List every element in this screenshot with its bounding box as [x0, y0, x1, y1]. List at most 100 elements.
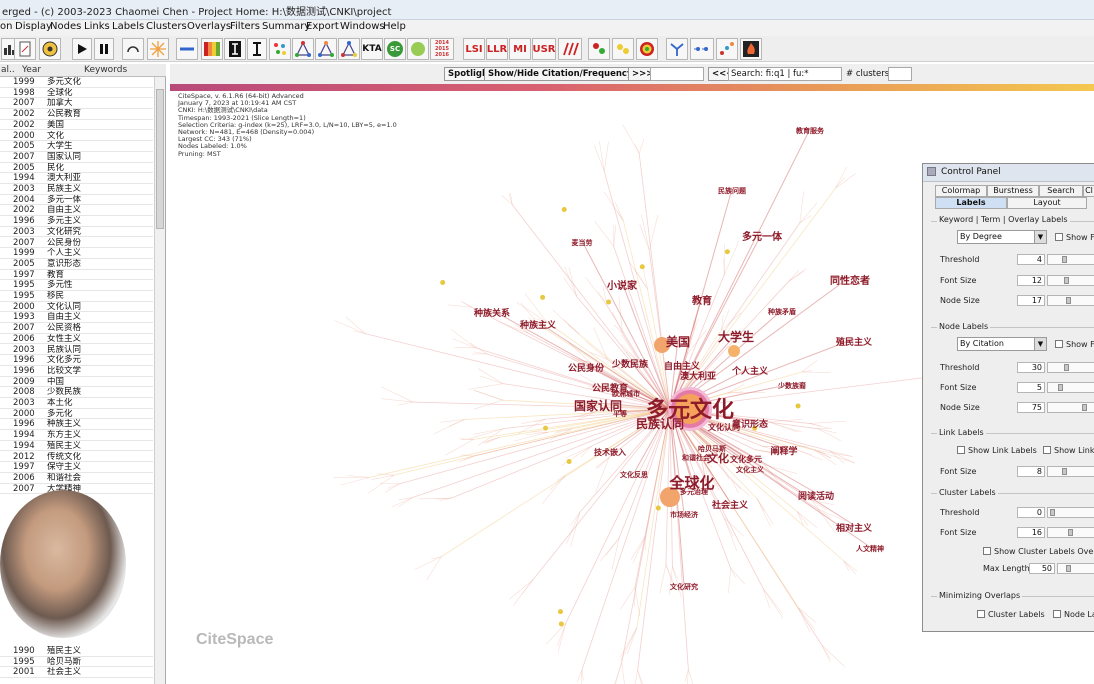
- node-label[interactable]: 文化多元: [730, 454, 762, 465]
- table-row[interactable]: 2012 传统文化: [0, 452, 153, 463]
- filter-wheel-icon[interactable]: [39, 38, 61, 60]
- triangle-network-icon[interactable]: [292, 38, 314, 60]
- network-node[interactable]: [558, 609, 564, 615]
- target-icon[interactable]: [636, 38, 658, 60]
- menu-item-labels[interactable]: Labels: [112, 21, 144, 32]
- max-length-value[interactable]: 50: [1029, 563, 1055, 574]
- menu-item-display[interactable]: Display: [15, 21, 52, 32]
- menu-item-windows[interactable]: Windows: [340, 21, 385, 32]
- cluster-threshold-value[interactable]: 0: [1017, 507, 1045, 518]
- table-row[interactable]: 2003 文化研究: [0, 227, 153, 238]
- menu-item-links[interactable]: Links: [84, 21, 110, 32]
- node-label[interactable]: 社会主义: [712, 498, 748, 511]
- column-header-keywords[interactable]: Keywords: [84, 65, 127, 75]
- table-row[interactable]: 2003 本土化: [0, 398, 153, 409]
- table-row[interactable]: 1996 种族主义: [0, 419, 153, 431]
- document-icon[interactable]: [14, 38, 36, 60]
- column-header-year[interactable]: Year: [22, 65, 41, 75]
- tab-burstness[interactable]: Burstness: [987, 185, 1039, 197]
- link-font-value[interactable]: 8: [1017, 466, 1045, 477]
- node-label[interactable]: 市场经济: [670, 510, 698, 520]
- kw-node-slider[interactable]: [1047, 295, 1094, 306]
- node-label[interactable]: 殖民主义: [836, 335, 872, 348]
- timeline-icon[interactable]: [690, 38, 714, 60]
- table-row[interactable]: 2000 多元化: [0, 409, 153, 420]
- node-label[interactable]: 人文精神: [856, 544, 884, 554]
- show-f-node-checkbox[interactable]: Show F: [1055, 340, 1094, 349]
- table-row[interactable]: 2005 大学生: [0, 141, 153, 152]
- kw-node-value[interactable]: 17: [1017, 295, 1045, 306]
- table-row[interactable]: 1995 哈贝马斯: [0, 657, 153, 668]
- show-cluster-labels-checkbox[interactable]: Show Cluster Labels Over: [983, 547, 1094, 556]
- show-f-checkbox[interactable]: Show F: [1055, 233, 1094, 242]
- node-label[interactable]: 欧洲城市: [612, 389, 640, 399]
- max-length-slider[interactable]: [1057, 563, 1094, 574]
- network-node[interactable]: [606, 299, 612, 305]
- table-row[interactable]: 2002 自由主义: [0, 205, 153, 217]
- network-node[interactable]: [724, 249, 730, 255]
- menu-item-filters[interactable]: Filters: [230, 21, 260, 32]
- table-row[interactable]: 2002 公民教育: [0, 109, 153, 120]
- burst-icon[interactable]: [147, 38, 169, 60]
- node-label[interactable]: 公民身份: [568, 361, 604, 374]
- cluster-field[interactable]: [650, 67, 704, 81]
- table-row[interactable]: 1999 个人主义: [0, 248, 153, 259]
- text-icon[interactable]: [247, 38, 267, 60]
- node-label[interactable]: 文化主义: [736, 465, 764, 475]
- table-row[interactable]: 2000 文化: [0, 131, 153, 142]
- node-label[interactable]: 种族主义: [520, 318, 556, 331]
- kta-button[interactable]: KTA: [361, 38, 383, 60]
- node-threshold-value[interactable]: 30: [1017, 362, 1045, 373]
- node-label[interactable]: 大学生: [718, 328, 754, 345]
- scatter-icon[interactable]: [716, 38, 738, 60]
- node-label-dropdown[interactable]: By Citation ▼: [957, 337, 1047, 351]
- node-label[interactable]: 多元治理: [680, 487, 708, 497]
- pause-icon[interactable]: [94, 38, 114, 60]
- scrollbar-thumb[interactable]: [156, 89, 164, 229]
- table-row[interactable]: 2007 国家认同: [0, 152, 153, 163]
- table-row[interactable]: 1998 全球化: [0, 88, 153, 99]
- table-row[interactable]: 1994 澳大利亚: [0, 173, 153, 184]
- menu-item-export[interactable]: Export: [306, 21, 339, 32]
- table-scrollbar[interactable]: [154, 77, 165, 684]
- table-row[interactable]: 2008 少数民族: [0, 387, 153, 398]
- kw-font-slider[interactable]: [1047, 275, 1094, 286]
- triangle-network-2-icon[interactable]: [315, 38, 337, 60]
- node-label[interactable]: 麦当劳: [572, 238, 593, 248]
- menu-item-summary[interactable]: Summary: [262, 21, 310, 32]
- kw-threshold-value[interactable]: 4: [1017, 254, 1045, 265]
- cluster-labels-overlap-checkbox[interactable]: Cluster Labels: [977, 610, 1045, 619]
- node-label[interactable]: 文化反思: [620, 470, 648, 480]
- menu-item-clusters[interactable]: Clusters: [146, 21, 187, 32]
- node-label[interactable]: 阐释学: [771, 444, 798, 457]
- network-node[interactable]: [558, 621, 564, 627]
- node-label[interactable]: 种族矛盾: [768, 307, 796, 317]
- table-row[interactable]: 1990 殖民主义: [0, 646, 153, 657]
- node-label[interactable]: 同性恋者: [830, 272, 870, 287]
- link-font-slider[interactable]: [1047, 466, 1094, 477]
- table-row[interactable]: 1994 东方主义: [0, 430, 153, 441]
- column-header-al[interactable]: al..: [1, 65, 15, 75]
- node-label[interactable]: 少数族裔: [778, 381, 806, 391]
- table-row[interactable]: 2003 民族主义: [0, 184, 153, 195]
- network-node[interactable]: [655, 505, 661, 511]
- table-row[interactable]: 2005 民化: [0, 163, 153, 174]
- slashes-icon[interactable]: [558, 38, 582, 60]
- table-row[interactable]: 1995 移民: [0, 291, 153, 302]
- triangle-network-3-icon[interactable]: [338, 38, 360, 60]
- node-label[interactable]: 多元一体: [742, 228, 782, 243]
- node-label[interactable]: 阅读活动: [798, 489, 834, 502]
- node-threshold-slider[interactable]: [1047, 362, 1094, 373]
- node-label[interactable]: 和谐社会: [682, 453, 710, 463]
- menu-item-help[interactable]: Help: [383, 21, 406, 32]
- network-node[interactable]: [540, 294, 546, 300]
- table-row[interactable]: 1999 多元文化: [0, 77, 153, 88]
- show-link-labels-checkbox[interactable]: Show Link Labels: [957, 446, 1037, 455]
- network-node[interactable]: [639, 264, 645, 270]
- network-node[interactable]: [561, 206, 567, 212]
- node-label[interactable]: 民族认同: [636, 415, 684, 432]
- tree-icon[interactable]: [666, 38, 688, 60]
- table-row[interactable]: 1996 文化多元: [0, 355, 153, 366]
- node-label[interactable]: 教育: [692, 292, 712, 307]
- node-size-slider[interactable]: [1047, 402, 1094, 413]
